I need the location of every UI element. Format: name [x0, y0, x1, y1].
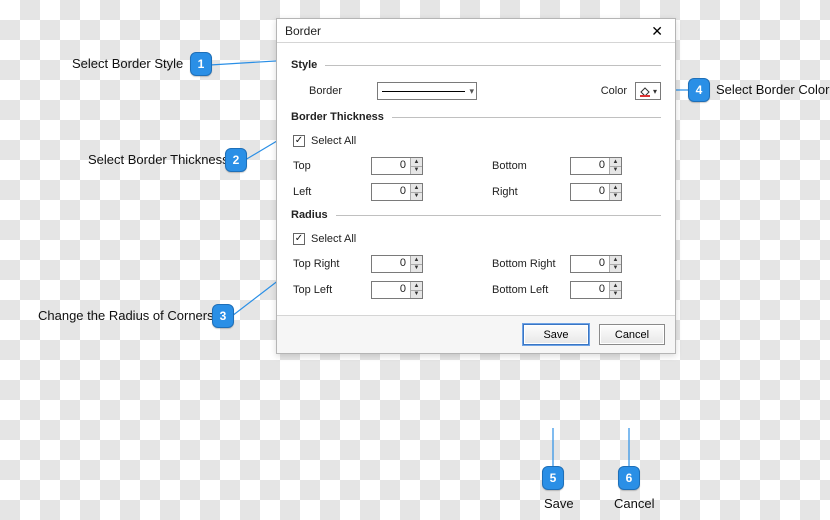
callout-6-text: Cancel — [614, 496, 654, 511]
left-label: Left — [293, 186, 371, 198]
spin-down-icon[interactable]: ▼ — [411, 290, 422, 299]
spin-down-icon[interactable]: ▼ — [610, 264, 621, 273]
close-icon[interactable]: ✕ — [645, 22, 669, 40]
spin-up-icon[interactable]: ▲ — [610, 282, 621, 290]
bottom-left-value: 0 — [571, 282, 609, 298]
section-style: Style Border ▾ Color — [291, 59, 661, 103]
callout-3-text: Change the Radius of Corners — [38, 308, 214, 323]
thickness-select-all[interactable]: ✓ Select All — [291, 131, 661, 151]
bottom-right-value: 0 — [571, 256, 609, 272]
callout-1-text: Select Border Style — [72, 56, 183, 71]
bottom-left-spinner[interactable]: 0 ▲▼ — [570, 281, 622, 299]
bottom-label: Bottom — [492, 160, 570, 172]
chevron-down-icon: ▾ — [653, 87, 657, 96]
left-value: 0 — [372, 184, 410, 200]
top-left-spinner[interactable]: 0 ▲▼ — [371, 281, 423, 299]
spin-up-icon[interactable]: ▲ — [610, 256, 621, 264]
section-radius: Radius ✓ Select All Top Right 0 ▲▼ — [291, 209, 661, 299]
top-right-spinner[interactable]: 0 ▲▼ — [371, 255, 423, 273]
spin-down-icon[interactable]: ▼ — [411, 166, 422, 175]
spin-down-icon[interactable]: ▼ — [610, 166, 621, 175]
top-spinner[interactable]: 0 ▲▼ — [371, 157, 423, 175]
dialog-footer: Save Cancel — [277, 315, 675, 353]
titlebar[interactable]: Border ✕ — [277, 19, 675, 43]
callout-2-bubble: 2 — [225, 148, 247, 172]
color-picker[interactable]: ▾ — [635, 82, 661, 100]
spin-up-icon[interactable]: ▲ — [411, 282, 422, 290]
spin-down-icon[interactable]: ▼ — [610, 290, 621, 299]
top-left-label: Top Left — [293, 284, 371, 296]
top-right-value: 0 — [372, 256, 410, 272]
cancel-button[interactable]: Cancel — [599, 324, 665, 345]
checkbox-icon: ✓ — [293, 135, 305, 147]
callout-6-bubble: 6 — [618, 466, 640, 490]
callout-4-text: Select Border Color — [716, 82, 829, 97]
dialog-title: Border — [285, 24, 321, 38]
spin-down-icon[interactable]: ▼ — [411, 192, 422, 201]
top-value: 0 — [372, 158, 410, 174]
callout-5-text: Save — [544, 496, 574, 511]
divider — [325, 65, 661, 66]
radius-select-all-label: Select All — [311, 233, 356, 245]
top-label: Top — [293, 160, 371, 172]
bucket-icon — [639, 85, 651, 97]
thickness-select-all-label: Select All — [311, 135, 356, 147]
bottom-right-spinner[interactable]: 0 ▲▼ — [570, 255, 622, 273]
spin-up-icon[interactable]: ▲ — [610, 184, 621, 192]
border-style-dropdown[interactable]: ▾ — [377, 82, 477, 100]
border-style-label: Border — [309, 85, 369, 97]
divider — [336, 215, 661, 216]
spin-up-icon[interactable]: ▲ — [411, 184, 422, 192]
callout-2-text: Select Border Thickness — [88, 152, 229, 167]
style-heading: Style — [291, 59, 317, 71]
spin-up-icon[interactable]: ▲ — [610, 158, 621, 166]
radius-select-all[interactable]: ✓ Select All — [291, 229, 661, 249]
callout-3-bubble: 3 — [212, 304, 234, 328]
bottom-spinner[interactable]: 0 ▲▼ — [570, 157, 622, 175]
spin-up-icon[interactable]: ▲ — [411, 256, 422, 264]
callout-5-bubble: 5 — [542, 466, 564, 490]
border-dialog: Border ✕ Style Border ▾ Color — [276, 18, 676, 354]
bottom-left-label: Bottom Left — [492, 284, 570, 296]
checkbox-icon: ✓ — [293, 233, 305, 245]
spin-down-icon[interactable]: ▼ — [610, 192, 621, 201]
right-value: 0 — [571, 184, 609, 200]
spin-down-icon[interactable]: ▼ — [411, 264, 422, 273]
radius-heading: Radius — [291, 209, 328, 221]
divider — [392, 117, 661, 118]
left-spinner[interactable]: 0 ▲▼ — [371, 183, 423, 201]
top-left-value: 0 — [372, 282, 410, 298]
callout-1-bubble: 1 — [190, 52, 212, 76]
border-line-sample — [382, 91, 465, 92]
top-right-label: Top Right — [293, 258, 371, 270]
save-button[interactable]: Save — [523, 324, 589, 345]
section-thickness: Border Thickness ✓ Select All Top 0 ▲▼ — [291, 111, 661, 201]
spin-up-icon[interactable]: ▲ — [411, 158, 422, 166]
right-label: Right — [492, 186, 570, 198]
thickness-heading: Border Thickness — [291, 111, 384, 123]
callout-4-bubble: 4 — [688, 78, 710, 102]
bottom-value: 0 — [571, 158, 609, 174]
color-label: Color — [591, 85, 627, 97]
bottom-right-label: Bottom Right — [492, 258, 570, 270]
chevron-down-icon: ▾ — [469, 86, 474, 97]
right-spinner[interactable]: 0 ▲▼ — [570, 183, 622, 201]
